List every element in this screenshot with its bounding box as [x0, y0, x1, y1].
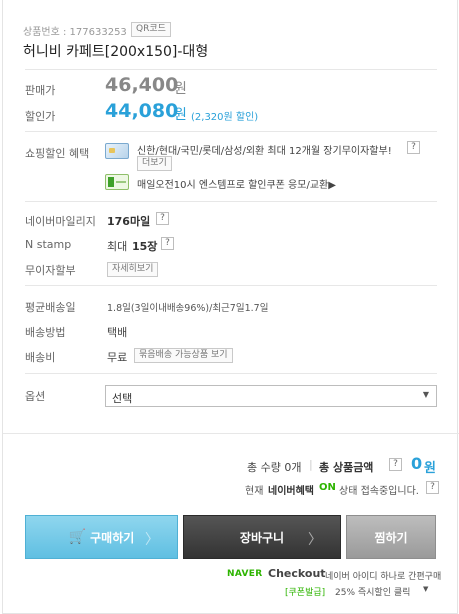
coupon-issue-desc[interactable]: 25% 즉시할인 클릭: [335, 585, 410, 598]
divider: [25, 69, 437, 70]
total-amount-help-icon[interactable]: ?: [389, 458, 402, 471]
installment-detail-button[interactable]: 자세히보기: [107, 262, 159, 277]
card-more-button[interactable]: 더보기: [137, 156, 172, 171]
mileage-help-icon[interactable]: ?: [156, 212, 169, 225]
option-label: 옵션: [25, 390, 46, 403]
option-select[interactable]: 선택 ▼: [105, 385, 437, 407]
divider: [25, 131, 437, 132]
nstamp-prefix: 최대: [107, 240, 128, 253]
sale-price-label: 판매가: [25, 84, 56, 97]
wish-button[interactable]: 찜하기: [346, 515, 436, 559]
naver-benefit-status: ON: [319, 482, 336, 493]
total-quantity: 총 수량 0개: [247, 461, 302, 474]
product-title: 허니비 카페트[200x150]-대형: [23, 44, 209, 60]
product-panel: 상품번호 : 177633253 QR코드 허니비 카페트[200x150]-대…: [2, 0, 459, 614]
divider: [25, 373, 437, 374]
option-selected-value: 선택: [112, 392, 133, 405]
chevron-right-icon: 〉: [145, 532, 159, 548]
cart-icon: 🛒: [68, 529, 87, 545]
delivery-fee-label: 배송비: [25, 351, 56, 364]
divider: |: [309, 458, 313, 471]
bundle-delivery-button[interactable]: 묶음배송 가능상품 보기: [134, 348, 233, 363]
nstamp-label: N stamp: [25, 238, 72, 251]
avg-delivery-label: 평균배송일: [25, 301, 76, 314]
mileage-label: 네이버마일리지: [25, 215, 96, 228]
divider: [25, 201, 437, 202]
sale-price-unit: 원: [174, 81, 187, 97]
total-amount-unit: 원: [424, 461, 436, 476]
nstamp-help-icon[interactable]: ?: [161, 237, 174, 250]
mileage-value: 176마일: [107, 215, 151, 228]
installment-label: 무이자할부: [25, 264, 76, 277]
cart-button-label: 장바구니: [239, 530, 285, 545]
dropdown-arrow-icon: ▼: [422, 390, 429, 399]
chevron-right-icon: 〉: [308, 532, 322, 548]
nstamp-value: 15장: [132, 240, 158, 253]
avg-delivery-value: 1.8일(3일이내배송96%)/최근7일1.7일: [107, 303, 269, 314]
coupon-icon: [105, 174, 129, 190]
checkout-logo: Checkout: [268, 567, 326, 580]
total-amount-label: 총 상품금액: [319, 461, 374, 474]
sale-price-value: 46,400: [105, 74, 179, 96]
card-benefit-text[interactable]: 신한/현대/국민/롯데/삼성/외환 최대 12개월 장기무이자할부!: [137, 142, 392, 157]
delivery-fee-value: 무료: [107, 351, 128, 364]
buy-button[interactable]: 🛒 구매하기 〉: [25, 515, 178, 559]
delivery-method-value: 택배: [107, 326, 128, 339]
naver-logo: NAVER: [227, 569, 263, 579]
naver-benefit-name: 네이버혜택: [268, 486, 314, 497]
naver-benefit-prefix: 현재: [245, 486, 264, 497]
total-amount-value: 0: [411, 454, 423, 473]
checkout-description: 네이버 아이디 하나로 간편구매: [325, 572, 442, 582]
cart-button[interactable]: 장바구니 〉: [183, 515, 341, 559]
product-number: 상품번호 : 177633253: [23, 27, 127, 38]
naver-benefit-suffix: 상태 접속중입니다.: [339, 486, 419, 497]
delivery-method-label: 배송방법: [25, 326, 66, 339]
naver-benefit-help-icon[interactable]: ?: [426, 481, 439, 494]
card-icon: [105, 143, 129, 159]
discount-amount-note: (2,320원 할인): [191, 112, 259, 123]
chevron-down-icon[interactable]: ▼: [423, 585, 428, 593]
divider: [3, 433, 459, 434]
divider: [25, 285, 437, 286]
discount-price-unit: 원: [174, 107, 187, 123]
card-benefit-help-icon[interactable]: ?: [407, 141, 420, 154]
discount-price-label: 할인가: [25, 110, 56, 123]
qr-code-button[interactable]: QR코드: [131, 22, 171, 37]
discount-price-value: 44,080: [105, 100, 179, 122]
benefits-label: 쇼핑할인 혜택: [25, 147, 90, 160]
coupon-issue-link[interactable]: [쿠폰발급]: [285, 585, 325, 598]
wish-button-label: 찜하기: [374, 530, 408, 545]
coupon-link[interactable]: 매일오전10시 엔스템프로 할인쿠폰 응모/교환▶: [137, 176, 336, 191]
buy-button-label: 구매하기: [90, 530, 135, 545]
